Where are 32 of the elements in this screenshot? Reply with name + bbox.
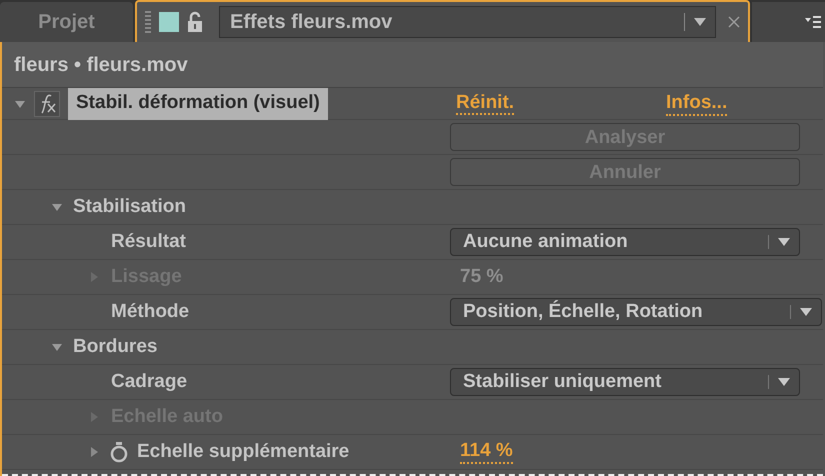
expand-triangle-icon[interactable] bbox=[88, 446, 100, 458]
dropdown-arrow-icon bbox=[693, 17, 707, 27]
dropdown-arrow-icon bbox=[777, 237, 791, 247]
fx-icon[interactable] bbox=[34, 90, 60, 116]
parameter-value[interactable]: 114 % bbox=[460, 440, 513, 464]
breadcrumb: fleurs • fleurs.mov bbox=[14, 52, 188, 78]
parameter-label: Echelle supplémentaire bbox=[137, 440, 350, 464]
collapse-triangle-icon[interactable] bbox=[51, 201, 63, 213]
panel-tab[interactable]: Effets fleurs.mov bbox=[135, 0, 750, 42]
dropdown[interactable]: Aucune animation bbox=[450, 228, 800, 256]
collapse-triangle-icon[interactable] bbox=[51, 341, 63, 353]
dropdown-arrow-icon bbox=[799, 307, 813, 317]
stopwatch-icon[interactable] bbox=[109, 441, 129, 463]
close-icon[interactable] bbox=[728, 16, 740, 28]
panel-tab[interactable]: Projet bbox=[0, 2, 133, 42]
reset-link[interactable]: Réinit. bbox=[456, 92, 666, 116]
effect-name[interactable]: Stabil. déformation (visuel) bbox=[68, 88, 328, 120]
drag-grip-icon[interactable] bbox=[145, 10, 151, 34]
group-label: Bordures bbox=[73, 334, 158, 359]
parameter-label: Cadrage bbox=[111, 370, 188, 392]
dropdown-arrow-icon bbox=[777, 377, 791, 387]
parameter-value: 75 % bbox=[460, 264, 504, 289]
parameter-label: Méthode bbox=[111, 300, 190, 322]
about-link[interactable]: Infos... bbox=[666, 92, 728, 116]
panel-menu-icon[interactable] bbox=[805, 15, 821, 29]
dropdown[interactable]: Position, Échelle, Rotation bbox=[450, 298, 822, 326]
parameter-label: Résultat bbox=[111, 230, 186, 252]
panel-dropdown[interactable]: Effets fleurs.mov bbox=[219, 6, 716, 38]
group-label: Stabilisation bbox=[73, 194, 186, 219]
dropdown[interactable]: Stabiliser uniquement bbox=[450, 368, 800, 396]
color-swatch-icon bbox=[159, 12, 179, 32]
lock-icon[interactable] bbox=[187, 11, 203, 33]
